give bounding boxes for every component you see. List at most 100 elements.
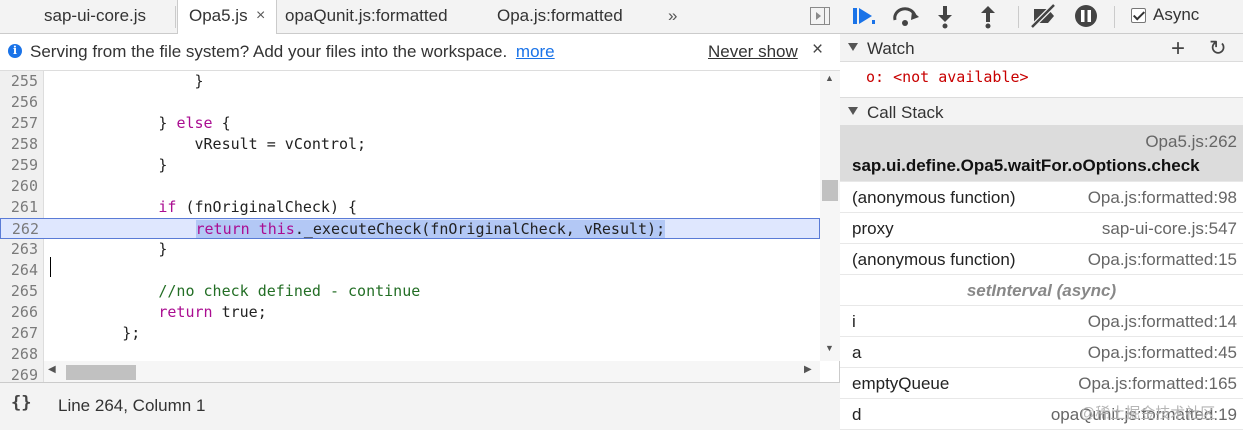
line-number[interactable]: 269 <box>0 365 40 382</box>
line-number[interactable]: 265 <box>0 281 40 302</box>
call-frame-location[interactable]: Opa.js:formatted:14 <box>1088 312 1237 332</box>
watch-list: o: <not available> <box>840 63 1243 98</box>
tab-overflow-chevron-icon[interactable]: » <box>668 0 677 34</box>
code-line[interactable]: 267 }; <box>0 323 820 344</box>
scroll-down-icon[interactable]: ▼ <box>825 343 834 353</box>
watch-expression[interactable]: o: <not available> <box>866 68 1029 86</box>
tab-opaqunit[interactable]: opaQunit.js:formatted <box>285 0 448 34</box>
resume-icon[interactable] <box>850 3 878 29</box>
pretty-print-button[interactable]: {} <box>11 393 31 413</box>
code-line[interactable]: 259 } <box>0 155 820 176</box>
line-code: //no check defined - continue <box>50 281 420 302</box>
expanded-triangle-icon <box>848 43 858 51</box>
call-frame[interactable]: (anonymous function) Opa.js:formatted:15 <box>840 244 1243 275</box>
line-number[interactable]: 267 <box>0 323 40 344</box>
vertical-scrollbar-thumb[interactable] <box>822 180 838 201</box>
call-stack-section-header[interactable]: Call Stack <box>840 98 1243 126</box>
code-line[interactable]: 263 } <box>0 239 820 260</box>
tab-sap-ui-core[interactable]: sap-ui-core.js <box>44 0 146 34</box>
call-frame-location[interactable]: Opa.js:formatted:165 <box>1078 374 1237 394</box>
vertical-scrollbar[interactable]: ▲ ▼ <box>820 71 840 361</box>
tab-opa[interactable]: Opa.js:formatted <box>497 0 623 34</box>
call-frame-location[interactable]: Opa5.js:262 <box>1145 132 1237 152</box>
step-into-icon[interactable] <box>934 3 956 29</box>
toggle-debugger-sidebar-icon[interactable] <box>810 7 830 25</box>
line-code: return this._executeCheck(fnOriginalChec… <box>51 219 666 240</box>
line-number[interactable]: 263 <box>0 239 40 260</box>
code-token: true; <box>212 303 267 321</box>
line-number[interactable]: 258 <box>0 134 40 155</box>
line-number[interactable]: 255 <box>0 71 40 92</box>
code-line[interactable]: 265 //no check defined - continue <box>0 281 820 302</box>
tab-opa5[interactable]: Opa5.js × <box>177 0 277 35</box>
code-line-current[interactable]: 262 return this._executeCheck(fnOriginal… <box>0 218 820 239</box>
code-line[interactable]: 255 } <box>0 71 820 92</box>
line-number[interactable]: 256 <box>0 92 40 113</box>
call-frame-location[interactable]: sap-ui-core.js:547 <box>1102 219 1237 239</box>
infobar-more-link[interactable]: more <box>516 42 555 61</box>
line-number[interactable]: 261 <box>0 197 40 218</box>
code-line[interactable]: 258 vResult = vControl; <box>0 134 820 155</box>
async-boundary: setInterval (async) <box>840 275 1243 306</box>
call-frame-function: sap.ui.define.Opa5.waitFor.oOptions.chec… <box>852 156 1200 175</box>
call-frame-location[interactable]: Opa.js:formatted:98 <box>1088 188 1237 208</box>
code-token: } <box>50 240 168 258</box>
line-number[interactable]: 257 <box>0 113 40 134</box>
deactivate-breakpoints-icon[interactable] <box>1028 3 1060 29</box>
workspace-infobar: i Serving from the file system? Add your… <box>0 34 840 71</box>
watch-section-header[interactable]: Watch + ↻ <box>840 34 1243 62</box>
code-line[interactable]: 264 <box>0 260 820 281</box>
async-boundary-label: setInterval (async) <box>966 281 1117 300</box>
line-number[interactable]: 268 <box>0 344 40 365</box>
line-code: }; <box>50 323 140 344</box>
call-frame-function: proxy <box>852 219 894 238</box>
call-frame-location[interactable]: Opa.js:formatted:15 <box>1088 250 1237 270</box>
infobar-text: Serving from the file system? Add your f… <box>30 42 508 61</box>
code-token: vResult = vControl; <box>50 135 367 153</box>
pause-on-exceptions-icon[interactable] <box>1073 3 1099 29</box>
line-code: } <box>50 239 167 260</box>
code-line[interactable]: 260 <box>0 176 820 197</box>
refresh-watch-icon[interactable]: ↻ <box>1209 36 1227 61</box>
call-frame[interactable]: emptyQueue Opa.js:formatted:165 <box>840 368 1243 399</box>
step-out-icon[interactable] <box>977 3 999 29</box>
call-frame-selected[interactable]: sap.ui.define.Opa5.waitFor.oOptions.chec… <box>840 126 1243 182</box>
code-line[interactable]: 256 <box>0 92 820 113</box>
code-editor[interactable]: 255 } 256 257 } else {258 vResult = vContr… <box>0 71 840 382</box>
line-number[interactable]: 260 <box>0 176 40 197</box>
watermark: @稀土掘金技术社区 <box>1080 405 1216 422</box>
call-frame[interactable]: (anonymous function) Opa.js:formatted:98 <box>840 182 1243 213</box>
horizontal-scrollbar[interactable]: ◀ ▶ <box>44 361 820 382</box>
line-number[interactable]: 259 <box>0 155 40 176</box>
add-watch-icon[interactable]: + <box>1171 35 1185 63</box>
async-checkbox[interactable] <box>1131 8 1146 23</box>
line-number[interactable]: 262 <box>1 219 41 240</box>
call-frame-function: (anonymous function) <box>852 250 1016 269</box>
line-number[interactable]: 266 <box>0 302 40 323</box>
horizontal-scrollbar-thumb[interactable] <box>66 365 136 380</box>
call-frame[interactable]: i Opa.js:formatted:14 <box>840 306 1243 337</box>
code-token: { <box>212 114 231 132</box>
scroll-up-icon[interactable]: ▲ <box>825 73 834 83</box>
call-frame[interactable]: a Opa.js:formatted:45 <box>840 337 1243 368</box>
call-frame-function: d <box>852 405 862 424</box>
line-number[interactable]: 264 <box>0 260 40 281</box>
call-stack-title: Call Stack <box>867 103 944 122</box>
scroll-left-icon[interactable]: ◀ <box>48 364 56 375</box>
code-line[interactable]: 261 if (fnOriginalCheck) { <box>0 197 820 218</box>
code-token: } <box>50 156 168 174</box>
infobar-close-icon[interactable]: × <box>812 39 823 61</box>
call-frame-location[interactable]: Opa.js:formatted:45 <box>1088 343 1237 363</box>
code-line[interactable]: 257 } else { <box>0 113 820 134</box>
step-over-icon[interactable] <box>890 3 922 29</box>
tab-close-icon[interactable]: × <box>256 0 265 32</box>
call-frame[interactable]: proxy sap-ui-core.js:547 <box>840 213 1243 244</box>
code-line[interactable]: 266 return true; <box>0 302 820 323</box>
never-show-link[interactable]: Never show <box>708 42 798 62</box>
tab-divider <box>175 6 176 28</box>
code-token: this <box>258 220 295 238</box>
scroll-right-icon[interactable]: ▶ <box>804 364 812 375</box>
